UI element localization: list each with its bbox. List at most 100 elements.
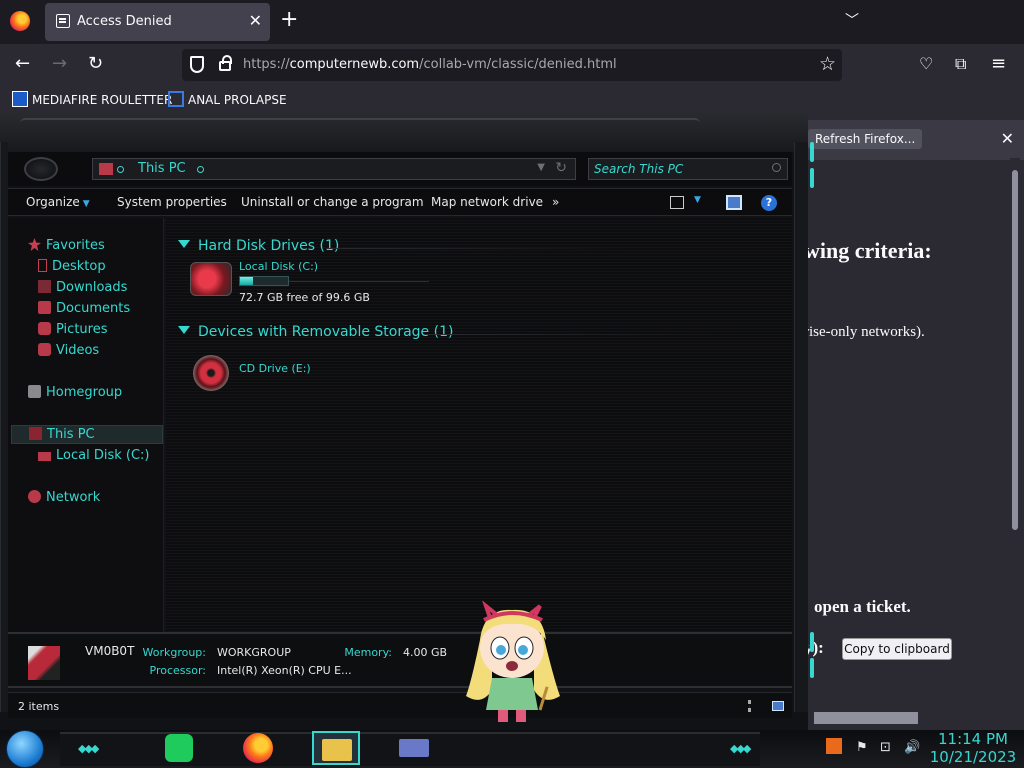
help-icon[interactable]: ? [761, 195, 777, 211]
reload-button[interactable]: ↻ [88, 54, 103, 74]
horizontal-scrollbar[interactable] [814, 712, 918, 724]
tab-access-denied[interactable]: Access Denied ✕ [45, 3, 270, 41]
page-icon [56, 14, 70, 28]
homegroup-icon [28, 385, 41, 398]
bookmark-second[interactable]: ANAL PROLAPSE [168, 91, 287, 107]
close-tab-icon[interactable]: ✕ [249, 11, 262, 30]
search-input[interactable] [594, 161, 764, 177]
nav-network[interactable]: Network [28, 490, 100, 505]
firefox-icon [243, 733, 273, 763]
folder-icon [322, 739, 352, 761]
computer-icon [29, 427, 42, 440]
network-tray-icon[interactable]: ⊡ [880, 740, 891, 755]
breadcrumb-dot-icon[interactable] [197, 166, 204, 173]
organize-button[interactable]: Organize ▼ [26, 195, 90, 209]
drive-c-usage-bar [239, 276, 289, 286]
address-bar[interactable]: This PC ▼ ↻ [92, 158, 576, 180]
change-view-icon[interactable] [670, 196, 684, 209]
drive-c-free-space: 72.7 GB free of 99.6 GB [239, 291, 370, 304]
group-header-removable-storage[interactable]: Devices with Removable Storage (1) [178, 324, 453, 340]
system-properties-button[interactable]: System properties [117, 195, 227, 209]
tracking-protection-shield-icon[interactable] [190, 56, 204, 73]
nav-favorites[interactable]: Favorites [28, 238, 105, 253]
explorer-window: This PC ▼ ↻ Organize▼ System properties … [0, 112, 814, 730]
lock-icon[interactable] [219, 55, 232, 71]
refresh-icon[interactable]: ↻ [555, 160, 567, 176]
hard-drive-icon[interactable] [190, 262, 232, 296]
more-commands-button[interactable]: » [552, 195, 559, 209]
firefox-icon[interactable] [10, 11, 30, 31]
uninstall-program-button[interactable]: Uninstall or change a program [241, 195, 424, 209]
usage-bar-track [289, 281, 429, 282]
processor-label: Processor: [149, 664, 207, 677]
new-tab-button[interactable]: + [280, 8, 298, 32]
vertical-scrollbar[interactable] [1010, 158, 1020, 698]
nav-homegroup[interactable]: Homegroup [28, 385, 122, 400]
taskbar-file-explorer[interactable] [312, 731, 360, 765]
group-divider [326, 248, 626, 249]
back-forward-orb[interactable] [24, 157, 58, 181]
breadcrumb-this-pc[interactable]: This PC [138, 161, 186, 176]
collapse-chevron-icon[interactable] [178, 240, 190, 248]
taskbar-firefox[interactable] [240, 731, 276, 765]
nav-pictures[interactable]: Pictures [38, 322, 107, 337]
refresh-notification: Refresh Firefox... ✕ [804, 120, 1024, 160]
cd-drive-icon[interactable] [193, 355, 229, 391]
frame-rim [20, 118, 700, 128]
copy-to-clipboard-button[interactable]: Copy to clipboard [842, 638, 952, 660]
view-options-dropdown-icon[interactable]: ▼ [694, 195, 701, 205]
bookmark-star-icon[interactable]: ☆ [819, 53, 836, 75]
page-content: Refresh Firefox... ✕ wing criteria: rise… [0, 112, 1024, 730]
large-icons-view-icon[interactable] [772, 701, 784, 711]
workgroup-value: WORKGROUP [217, 646, 291, 659]
system-clock[interactable]: 11:14 PM 10/21/2023 [928, 730, 1018, 766]
drive-e-name[interactable]: CD Drive (E:) [239, 362, 311, 375]
workgroup-label: Workgroup: [142, 646, 206, 659]
computer-icon [99, 163, 113, 175]
nav-downloads[interactable]: Downloads [38, 280, 127, 295]
downloads-icon [38, 280, 51, 293]
bookmark-mediafire[interactable]: MEDIAFIRE ROULETTER [12, 91, 172, 107]
group-header-hard-disk-drives[interactable]: Hard Disk Drives (1) [178, 238, 339, 254]
decorative-chevrons-icon: ◆◆◆ [78, 742, 99, 755]
file-list-pane: Hard Disk Drives (1) Local Disk (C:) 72.… [166, 218, 792, 632]
nav-desktop[interactable]: Desktop [38, 259, 106, 274]
frame-light [810, 142, 814, 162]
nav-videos[interactable]: Videos [38, 343, 99, 358]
search-box[interactable] [588, 158, 788, 180]
taskbar-notes-app[interactable] [160, 731, 196, 765]
map-network-drive-button[interactable]: Map network drive [431, 195, 543, 209]
collapse-chevron-icon[interactable] [178, 326, 190, 334]
search-icon[interactable] [772, 163, 781, 172]
address-dropdown-icon[interactable]: ▼ [537, 162, 545, 173]
status-bar: 2 items [8, 692, 792, 718]
star-icon [28, 238, 41, 251]
start-button[interactable] [6, 730, 44, 768]
network-icon [28, 490, 41, 503]
mediafire-icon [12, 91, 28, 107]
drive-c-name[interactable]: Local Disk (C:) [239, 260, 318, 273]
nav-this-pc[interactable]: This PC [11, 425, 163, 444]
refresh-firefox-button[interactable]: Refresh Firefox... [808, 129, 923, 149]
preview-pane-icon[interactable] [726, 195, 742, 210]
cartoon-character-image [466, 600, 560, 722]
extensions-icon[interactable]: ⧉ [955, 54, 966, 74]
scrollbar-thumb[interactable] [1012, 170, 1018, 530]
nav-local-disk-c[interactable]: Local Disk (C:) [38, 448, 149, 463]
close-notification-icon[interactable]: ✕ [1001, 129, 1014, 148]
nav-documents[interactable]: Documents [38, 301, 130, 316]
tab-title: Access Denied [77, 14, 172, 29]
volume-icon[interactable]: 🔊 [904, 740, 920, 755]
back-button[interactable]: ← [15, 54, 30, 74]
details-view-icon[interactable] [748, 700, 751, 712]
forward-button[interactable]: → [52, 54, 67, 74]
menu-icon[interactable]: ≡ [991, 54, 1006, 74]
action-center-flag-icon[interactable]: ⚑ [856, 740, 868, 755]
url-bar[interactable]: https://computernewb.com/collab-vm/class… [182, 49, 842, 81]
desktop-icon [38, 259, 47, 272]
taskbar-control-panel[interactable] [394, 731, 434, 765]
url-text[interactable]: https://computernewb.com/collab-vm/class… [243, 57, 617, 72]
list-tabs-chevron-icon[interactable]: ﹀ [845, 10, 859, 30]
java-tray-icon[interactable] [826, 738, 842, 754]
pocket-icon[interactable]: ♡ [919, 54, 933, 74]
